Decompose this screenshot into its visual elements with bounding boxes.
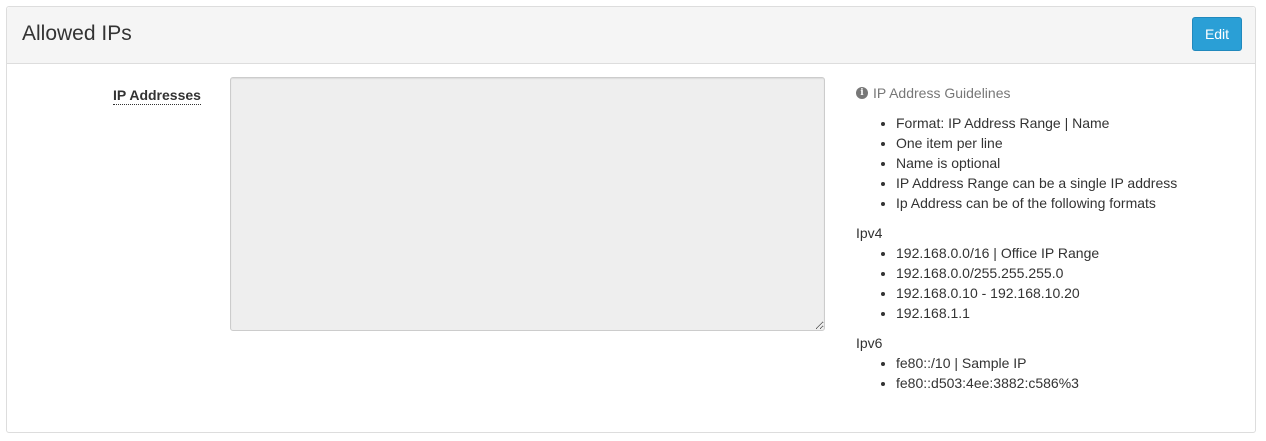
list-item: Name is optional bbox=[896, 153, 1246, 173]
ip-addresses-textarea[interactable] bbox=[230, 77, 825, 331]
ipv6-label: Ipv6 bbox=[856, 335, 883, 351]
list-item: 192.168.0.0/16 | Office IP Range bbox=[896, 243, 1246, 263]
ip-guidelines: i IP Address Guidelines Format: IP Addre… bbox=[856, 83, 1246, 393]
guidelines-title: IP Address Guidelines bbox=[873, 85, 1011, 101]
list-item: IP Address Range can be a single IP addr… bbox=[896, 173, 1246, 193]
list-item: One item per line bbox=[896, 133, 1246, 153]
edit-button[interactable]: Edit bbox=[1192, 17, 1242, 51]
info-icon: i bbox=[856, 87, 868, 99]
rules-list: Format: IP Address Range | Name One item… bbox=[856, 113, 1246, 213]
panel-heading: Allowed IPs Edit bbox=[7, 7, 1255, 64]
ip-addresses-label: IP Addresses bbox=[113, 87, 201, 105]
list-item: fe80::/10 | Sample IP bbox=[896, 353, 1246, 373]
list-item: 192.168.0.0/255.255.255.0 bbox=[896, 263, 1246, 283]
allowed-ips-panel: Allowed IPs Edit IP Addresses i IP Addre… bbox=[6, 6, 1256, 433]
ipv6-examples-list: fe80::/10 | Sample IP fe80::d503:4ee:388… bbox=[856, 353, 1246, 393]
list-item: Format: IP Address Range | Name bbox=[896, 113, 1246, 133]
list-item: Ip Address can be of the following forma… bbox=[896, 193, 1246, 213]
panel-title: Allowed IPs bbox=[22, 22, 132, 45]
ipv4-label: Ipv4 bbox=[856, 225, 883, 241]
guidelines-heading: i IP Address Guidelines bbox=[856, 83, 1246, 103]
list-item: fe80::d503:4ee:3882:c586%3 bbox=[896, 373, 1246, 393]
ipv4-examples-list: 192.168.0.0/16 | Office IP Range 192.168… bbox=[856, 243, 1246, 323]
list-item: 192.168.0.10 - 192.168.10.20 bbox=[896, 283, 1246, 303]
list-item: 192.168.1.1 bbox=[896, 303, 1246, 323]
